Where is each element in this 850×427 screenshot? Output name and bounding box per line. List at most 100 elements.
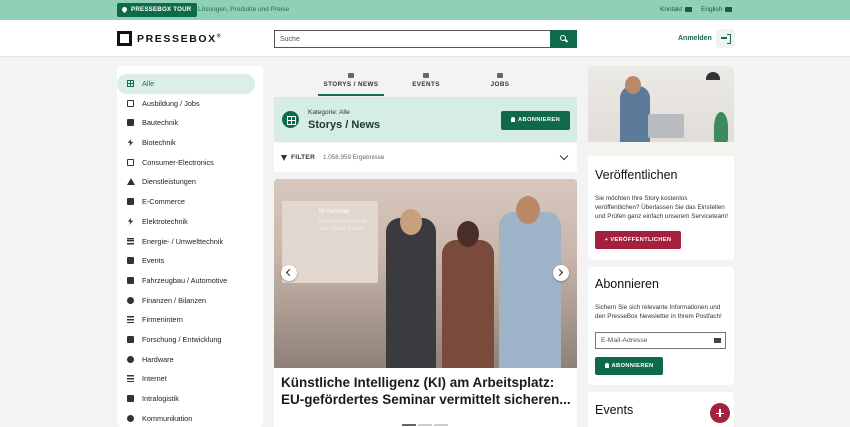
category-sidebar: Alle Ausbildung / Jobs Bautechnik Biotec… (117, 66, 263, 427)
logo-square-icon (117, 31, 132, 46)
sidebar-item-elektrotechnik[interactable]: Elektrotechnik (117, 212, 263, 232)
sidebar-item-firmenintern[interactable]: Firmenintern (117, 310, 263, 330)
sidebar-item-label: Kommunikation (142, 413, 193, 423)
bolt-icon (127, 217, 134, 225)
office-image (588, 66, 734, 156)
logo-text: PRESSEBOX® (137, 33, 222, 45)
category-title: Storys / News (308, 119, 381, 131)
publish-title: Veröffentlichen (595, 168, 678, 182)
contact-link[interactable]: Kontakt (660, 0, 693, 20)
language-link[interactable]: English (701, 0, 733, 20)
publish-button[interactable]: + VERÖFFENTLICHEN (595, 231, 681, 249)
desk-illustration (588, 142, 734, 156)
slider-prev-button[interactable] (281, 265, 297, 281)
excavator-icon (127, 119, 134, 127)
presentation-icon (127, 99, 134, 107)
sidebar-item-label: Hardware (142, 354, 174, 364)
publish-text: Sie möchten Ihre Story kostenlos veröffe… (595, 195, 729, 220)
cart-icon (127, 198, 134, 206)
slider-dot[interactable] (402, 424, 416, 426)
chevron-down-icon[interactable] (559, 151, 569, 161)
sidebar-item-label: Ausbildung / Jobs (142, 98, 200, 108)
sidebar-item-alle[interactable]: Alle (117, 74, 255, 94)
sidebar-item-fahrzeugbau-automotive[interactable]: Fahrzeugbau / Automotive (117, 271, 263, 291)
slide-headline[interactable]: Künstliche Intelligenz (KI) am Arbeitspl… (281, 374, 571, 408)
pressebox-tour-button[interactable]: PRESSEBOX TOUR (117, 3, 198, 17)
tab-jobs[interactable]: JOBS (472, 66, 528, 96)
sidebar-item-label: Events (142, 256, 165, 266)
sidebar-item-biotechnik[interactable]: Biotechnik (117, 133, 263, 153)
login-link[interactable]: Anmelden (678, 29, 712, 49)
publish-button-label: VERÖFFENTLICHEN (610, 237, 672, 243)
add-event-button[interactable] (710, 403, 730, 423)
sidebar-item-finanzen-bilanzen[interactable]: Finanzen / Bilanzen (117, 291, 263, 311)
sidebar-item-ausbildung-jobs[interactable]: Ausbildung / Jobs (117, 94, 263, 114)
location-pin-icon (120, 5, 129, 14)
newspaper-icon (348, 73, 354, 78)
person-right-head (516, 196, 540, 224)
search-button[interactable] (550, 30, 577, 48)
person-left-head (400, 209, 422, 235)
filter-icon (281, 155, 287, 161)
sidebar-item-label: Internet (142, 374, 167, 384)
sidebar-item-label: Dienstleistungen (142, 177, 196, 187)
tagline[interactable]: Lösungen, Produkte und Preise (198, 0, 289, 20)
login-icon[interactable] (716, 29, 735, 48)
sidebar-item-label: E-Commerce (142, 197, 185, 207)
subscribe-text: Sichern Sie sich relevante Informationen… (595, 304, 722, 320)
filter-label: FILTER (291, 154, 316, 161)
events-title: Events (595, 403, 634, 417)
sidebar-item-label: Finanzen / Bilanzen (142, 295, 207, 305)
sidebar-item-events[interactable]: Events (117, 251, 263, 271)
sidebar-item-energie-umwelttechnik[interactable]: Energie- / Umwelttechnik (117, 232, 263, 252)
sidebar-item-e-commerce[interactable]: E-Commerce (117, 192, 263, 212)
newsletter-button-label: ABONNIEREN (611, 363, 654, 369)
sidebar-item-bautechnik[interactable]: Bautechnik (117, 113, 263, 133)
slider-next-button[interactable] (553, 265, 569, 281)
sidebar-item-label: Consumer-Electronics (142, 157, 214, 167)
sidebar-item-dienstleistungen[interactable]: Dienstleistungen (117, 172, 263, 192)
slider-dot[interactable] (418, 424, 432, 426)
sidebar-item-consumer-electronics[interactable]: Consumer-Electronics (117, 153, 263, 173)
subscribe-label: ABONNIEREN (518, 117, 560, 123)
tab-events[interactable]: EVENTS (397, 66, 455, 96)
sidebar-item-internet[interactable]: Internet (117, 369, 263, 389)
sidebar-item-forschung-entwicklung[interactable]: Forschung / Entwicklung (117, 330, 263, 350)
subscribe-category-button[interactable]: ABONNIEREN (501, 111, 570, 130)
bell-icon (511, 117, 515, 122)
devices-icon (127, 158, 134, 166)
envelope-icon (685, 6, 693, 12)
calendar-icon (423, 73, 429, 78)
sidebar-item-hardware[interactable]: Hardware (117, 350, 263, 370)
email-field[interactable] (595, 332, 726, 349)
laptop-illustration (648, 114, 684, 138)
bell-icon (604, 363, 609, 368)
screen-subtitle: Kompetenzaufbau für eine digitale Zukunf… (319, 219, 367, 232)
tour-label: PRESSEBOX TOUR (131, 6, 192, 13)
grid-icon (282, 111, 299, 128)
calendar-icon (127, 257, 134, 265)
person-left (386, 218, 436, 368)
sidebar-item-label: Forschung / Entwicklung (142, 334, 222, 344)
sidebar-item-label: Firmenintern (142, 315, 183, 325)
result-count: 1.058.959 Ergebnisse (323, 154, 385, 161)
filter-bar[interactable]: FILTER 1.058.959 Ergebnisse (274, 143, 577, 172)
tab-storys-news[interactable]: STORYS / NEWS (318, 66, 384, 96)
sidebar-item-intralogistik[interactable]: Intralogistik (117, 389, 263, 409)
tab-label: JOBS (490, 81, 510, 88)
microscope-icon (127, 335, 134, 343)
screen-title: KI-Seminar: (319, 209, 351, 215)
sidebar-item-kommunikation[interactable]: Kommunikation (117, 409, 263, 427)
building-icon (127, 316, 134, 324)
logo-registered-mark: ® (216, 33, 223, 40)
plant-illustration (714, 112, 728, 142)
newsletter-subscribe-button[interactable]: ABONNIEREN (595, 357, 663, 375)
slider-dot[interactable] (434, 424, 448, 426)
service-bell-icon (127, 178, 135, 186)
man-head-illustration (625, 76, 641, 94)
chip-icon (127, 355, 134, 363)
sidebar-item-label: Elektrotechnik (142, 216, 188, 226)
slide-image[interactable]: KI-Seminar: Kompetenzaufbau für eine dig… (274, 179, 577, 368)
search-input[interactable] (274, 30, 551, 48)
lamp-illustration (706, 72, 720, 80)
